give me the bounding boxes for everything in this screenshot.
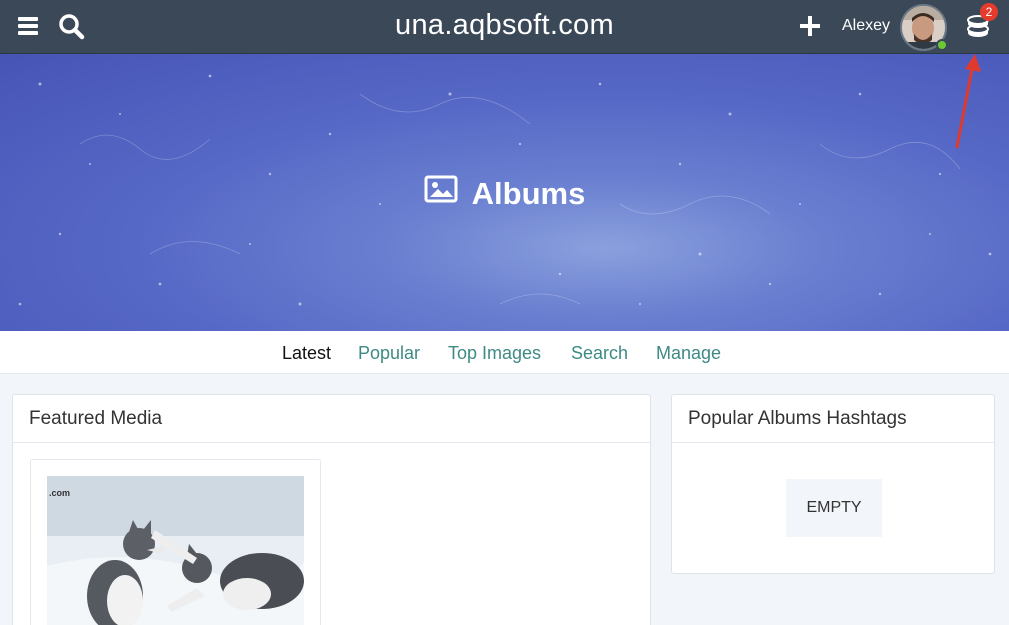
username[interactable]: Alexey xyxy=(842,17,890,35)
notification-badge: 2 xyxy=(980,3,998,21)
featured-media-panel: Featured Media .com xyxy=(12,394,651,625)
albums-submenu: Latest Popular Top Images Search Manage xyxy=(0,331,1009,374)
submenu-item-top-images[interactable]: Top Images xyxy=(448,343,541,364)
popular-hashtags-panel: Popular Albums Hashtags EMPTY xyxy=(671,394,995,574)
plus-icon[interactable] xyxy=(795,10,829,44)
submenu-item-popular[interactable]: Popular xyxy=(358,343,420,364)
image-icon xyxy=(424,175,458,211)
media-thumbnail[interactable]: .com xyxy=(47,476,304,625)
empty-state: EMPTY xyxy=(786,479,882,537)
cover-title: Albums xyxy=(0,175,1009,212)
submenu-item-latest[interactable]: Latest xyxy=(282,343,331,364)
top-bar: una.aqbsoft.com Alexey 2 xyxy=(0,0,1009,54)
submenu-item-manage[interactable]: Manage xyxy=(656,343,721,364)
submenu-item-search[interactable]: Search xyxy=(571,343,628,364)
panel-title: Popular Albums Hashtags xyxy=(672,395,994,443)
annotation-arrow xyxy=(955,54,981,149)
panel-title: Featured Media xyxy=(13,395,650,443)
media-card[interactable]: .com xyxy=(30,459,321,625)
cover-banner: Albums xyxy=(0,54,1009,331)
svg-text:.com: .com xyxy=(49,488,70,498)
cover-title-text: Albums xyxy=(471,176,586,211)
